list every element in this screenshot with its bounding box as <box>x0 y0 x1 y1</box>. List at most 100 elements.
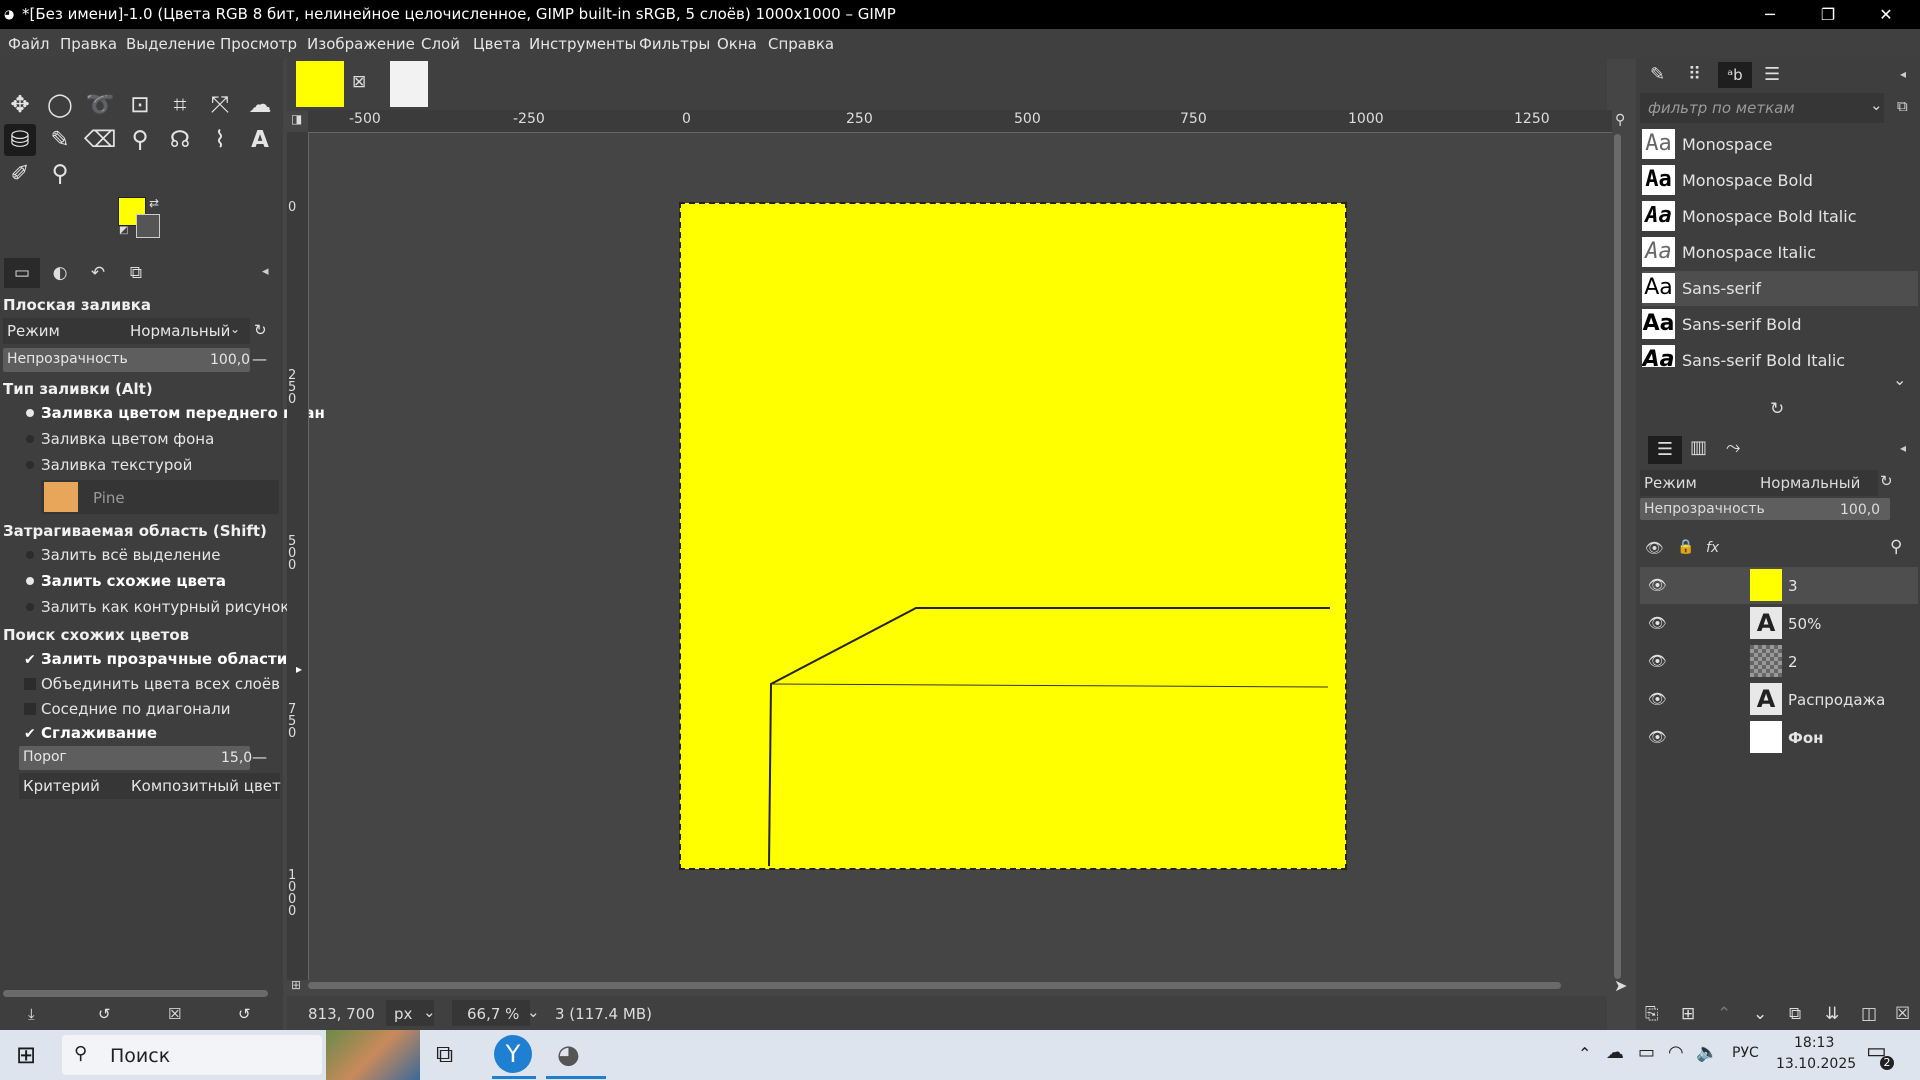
default-colors-icon[interactable]: ◩ <box>119 225 128 236</box>
menu-select[interactable]: Выделение <box>126 35 215 53</box>
clone-tool-icon[interactable]: ⚲ <box>124 124 156 156</box>
navigate-icon[interactable]: ➤ <box>1614 976 1627 995</box>
image-tab-2-thumbnail[interactable] <box>390 61 428 107</box>
layer-search-icon[interactable]: ⚲ <box>1890 537 1902 557</box>
opacity-decrease[interactable]: — <box>252 350 267 368</box>
antialias-checkbox[interactable]: ✔ <box>24 727 36 741</box>
tag-icon[interactable]: ⧉ <box>1897 97 1908 115</box>
eye-icon[interactable]: 👁 <box>1648 652 1667 670</box>
refresh-fonts-icon[interactable]: ↻ <box>1770 399 1784 419</box>
clock-time[interactable]: 18:13 <box>1794 1035 1834 1051</box>
area-similar-radio[interactable] <box>26 577 34 585</box>
ellipse-select-icon[interactable]: ◯ <box>44 89 76 121</box>
menu-filters[interactable]: Фильтры <box>639 35 710 53</box>
area-similar-label[interactable]: Залить схожие цвета <box>41 572 226 590</box>
fill-bg-label[interactable]: Заливка цветом фона <box>41 430 214 448</box>
paths-tab-icon[interactable]: ⤳ <box>1726 437 1740 458</box>
fill-bg-radio[interactable] <box>26 435 34 443</box>
area-selection-label[interactable]: Залить всё выделение <box>41 546 220 564</box>
smudge-tool-icon[interactable]: ☊ <box>164 124 196 156</box>
tab-undo-history[interactable]: ↶ <box>80 258 116 288</box>
menu-edit[interactable]: Правка <box>60 35 117 53</box>
delete-options-icon[interactable]: ☒ <box>168 1005 181 1023</box>
font-item[interactable]: Aa Monospace Italic <box>1642 235 1918 270</box>
layers-tab-icon[interactable]: ☰ <box>1648 436 1682 464</box>
language-indicator[interactable]: РУС <box>1732 1045 1759 1061</box>
fill-fg-label[interactable]: Заливка цветом переднего план <box>41 404 325 422</box>
layer-row[interactable]: 👁 A Распродажа <box>1640 681 1918 718</box>
fuzzy-select-icon[interactable]: ⊡ <box>124 89 156 121</box>
dock-menu-icon[interactable]: ◂ <box>1900 441 1906 455</box>
paintbrush-icon[interactable]: ✎ <box>44 124 76 156</box>
mask-layer-icon[interactable]: ◫ <box>1861 1004 1877 1024</box>
paths-tool-icon[interactable]: ⌇ <box>204 124 236 156</box>
menu-tools[interactable]: Инструменты <box>529 35 636 53</box>
layer-row[interactable]: 👁 Фон <box>1640 719 1918 756</box>
onedrive-icon[interactable]: ☁ <box>1606 1042 1624 1063</box>
layer-row[interactable]: 👁 A 50% <box>1640 605 1918 642</box>
tab-images[interactable]: ⧉ <box>118 258 154 288</box>
volume-icon[interactable]: 🔈 <box>1696 1042 1718 1063</box>
font-item[interactable]: Aa Monospace <box>1642 127 1918 162</box>
menu-colors[interactable]: Цвета <box>473 35 521 53</box>
eraser-icon[interactable]: ⌫ <box>84 124 117 156</box>
eye-icon[interactable]: 👁 <box>1648 690 1667 708</box>
left-dock-scrollbar[interactable] <box>3 990 268 997</box>
tab-tool-options[interactable]: ▭ <box>4 258 40 288</box>
horizontal-scrollbar[interactable] <box>308 982 1561 989</box>
area-selection-radio[interactable] <box>26 551 34 559</box>
menu-file[interactable]: Файл <box>8 35 49 53</box>
layer-row[interactable]: 👁 2 <box>1640 643 1918 680</box>
raise-layer-icon[interactable]: ⌃ <box>1717 1004 1731 1024</box>
warp-tool-icon[interactable]: ☁ <box>244 89 276 121</box>
layer-row-selected[interactable]: 👁 3 <box>1640 567 1918 604</box>
merged-checkbox[interactable] <box>24 678 36 690</box>
background-color[interactable] <box>136 214 160 238</box>
search-highlight-image[interactable] <box>326 1030 420 1080</box>
font-item[interactable]: Aa Sans-serif Bold Italic <box>1642 343 1918 367</box>
gimp-taskbar-icon[interactable]: ◕ <box>557 1040 580 1070</box>
clock-date[interactable]: 13.10.2025 <box>1776 1056 1856 1072</box>
lasso-select-icon[interactable]: ➰ <box>84 89 116 121</box>
close-button[interactable]: ✕ <box>1857 0 1915 29</box>
chevron-down-icon[interactable]: ⌄ <box>1893 370 1906 389</box>
close-image-icon[interactable]: ⊠ <box>352 72 366 92</box>
zoom-fit-icon[interactable]: ⚲ <box>1615 112 1625 128</box>
lower-layer-icon[interactable]: ⌄ <box>1753 1004 1767 1024</box>
font-item[interactable]: Aa Monospace Bold <box>1642 163 1918 198</box>
font-item[interactable]: Aa Sans-serif Bold <box>1642 307 1918 342</box>
tray-expand-icon[interactable]: ⌃ <box>1578 1044 1591 1063</box>
text-tool-icon[interactable]: A <box>244 124 276 156</box>
menu-view[interactable]: Просмотр <box>220 35 297 53</box>
maximize-button[interactable]: ❐ <box>1799 0 1857 29</box>
reset-layer-mode-icon[interactable]: ↻ <box>1880 472 1893 490</box>
image-tab-thumbnail[interactable] <box>296 61 344 107</box>
reset-mode-icon[interactable]: ↻ <box>254 321 267 339</box>
menu-layer[interactable]: Слой <box>421 35 460 53</box>
wifi-icon[interactable]: ◠ <box>1668 1042 1684 1063</box>
diagonal-checkbox[interactable] <box>24 703 36 715</box>
zoom-tool-icon[interactable]: ⚲ <box>44 158 76 190</box>
dock-menu-icon[interactable]: ◂ <box>1900 67 1906 81</box>
font-item-selected[interactable]: Aa Sans-serif <box>1642 271 1918 306</box>
task-view-icon[interactable]: ⧉ <box>436 1040 453 1068</box>
chevron-down-icon[interactable]: ⌄ <box>1870 96 1883 114</box>
merge-layer-icon[interactable]: ⇊ <box>1825 1004 1839 1024</box>
area-lineart-radio[interactable] <box>26 603 34 611</box>
crop-tool-icon[interactable]: ⌗ <box>164 89 196 121</box>
delete-layer-icon[interactable]: ☒ <box>1895 1004 1910 1024</box>
windows-start-icon[interactable]: ⊞ <box>16 1041 36 1069</box>
new-group-icon[interactable]: ⊞ <box>1681 1004 1695 1024</box>
taskbar-search[interactable]: ⚲ Поиск <box>62 1035 322 1075</box>
menu-windows[interactable]: Окна <box>717 35 757 53</box>
transparent-label[interactable]: Залить прозрачные области <box>41 650 287 668</box>
tab-device-status[interactable]: ◐ <box>42 258 78 288</box>
transform-tool-icon[interactable]: ⤧ <box>204 89 236 121</box>
menu-help[interactable]: Справка <box>768 35 834 53</box>
restore-options-icon[interactable]: ↺ <box>98 1005 111 1023</box>
move-tool-icon[interactable]: ✥ <box>4 89 36 121</box>
channels-tab-icon[interactable]: ▥ <box>1690 437 1707 458</box>
expand-dock-icon[interactable]: ▸ <box>296 662 302 676</box>
toggle-quick-mask-icon[interactable]: ⊞ <box>291 978 301 992</box>
merged-label[interactable]: Объединить цвета всех слоёв <box>41 675 280 693</box>
